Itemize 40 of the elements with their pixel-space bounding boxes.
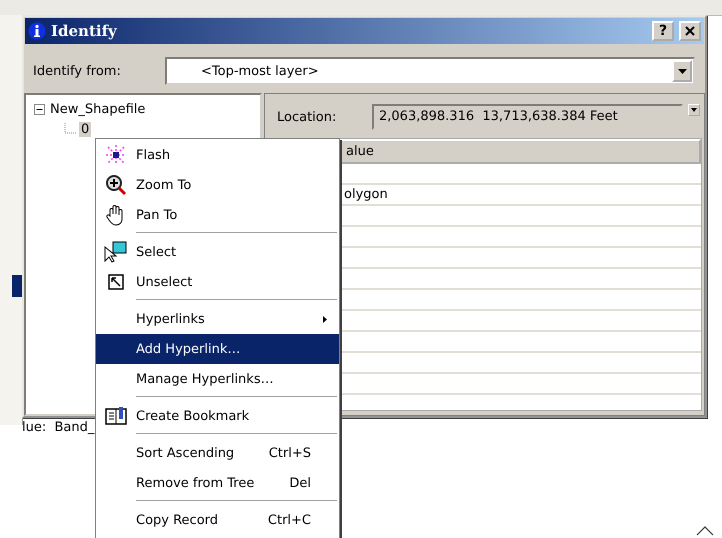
menu-item[interactable]: Add Hyperlink… (96, 334, 339, 364)
highlight-bar (12, 275, 22, 297)
caret-icon (691, 108, 697, 112)
menu-item[interactable]: Pan To (96, 200, 339, 230)
unselect-icon (108, 274, 124, 290)
menu-item[interactable]: Sort Ascending Ctrl+S (96, 438, 339, 468)
identify-from-label: Identify from: (33, 64, 122, 78)
zoom-in-icon (105, 174, 127, 196)
caret-icon (678, 68, 686, 74)
status-text: lue: Band_ (22, 420, 94, 435)
tree-item[interactable]: New_Shapefile (48, 102, 148, 116)
bookmark-icon (105, 406, 127, 426)
layer-dropdown[interactable]: <Top-most layer> (165, 57, 695, 85)
location-menu-button[interactable] (688, 104, 700, 116)
menu-item[interactable]: Copy Record Ctrl+C (96, 505, 339, 535)
collapse-icon[interactable] (34, 104, 45, 114)
info-icon (28, 22, 46, 40)
menu-item[interactable]: Select (96, 237, 339, 267)
menu-item[interactable]: Flash (96, 140, 339, 170)
menu-item[interactable]: Manage Hyperlinks… (96, 364, 339, 394)
menu-item[interactable]: Unselect (96, 267, 339, 297)
window-title: Identify (51, 22, 118, 40)
submenu-arrow-icon (323, 316, 327, 322)
menu-item[interactable]: Create Bookmark (96, 401, 339, 431)
flash-icon (105, 144, 127, 166)
menu-item[interactable]: Remove from Tree Del (96, 468, 339, 498)
chevron-up-icon[interactable] (696, 526, 714, 536)
table-cell-text: olygon (343, 186, 388, 204)
menu-item[interactable]: Hyperlinks (96, 304, 339, 334)
location-field: 2,063,898.316 13,713,638.384 Feet (372, 104, 683, 130)
tree-connector (64, 123, 76, 135)
close-icon (685, 26, 695, 36)
column-header[interactable]: alue (340, 139, 701, 164)
close-button[interactable] (679, 21, 701, 41)
tree-item[interactable]: 0 (79, 122, 92, 136)
menu-item[interactable]: Zoom To (96, 170, 339, 200)
location-label: Location: (277, 110, 338, 124)
help-button[interactable]: ? (652, 21, 674, 41)
select-icon (104, 241, 128, 263)
dropdown-button[interactable] (672, 60, 692, 82)
